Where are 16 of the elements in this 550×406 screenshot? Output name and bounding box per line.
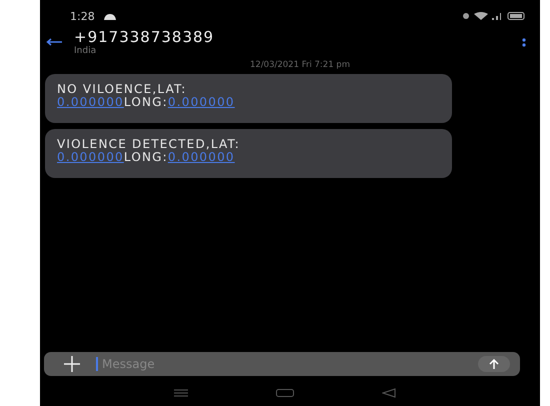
status-time: 1:28 bbox=[70, 10, 95, 22]
back-icon[interactable] bbox=[382, 388, 396, 398]
menu-icon[interactable] bbox=[174, 389, 188, 397]
back-arrow-icon[interactable] bbox=[46, 38, 62, 46]
message-text: NO VILOENCE,LAT: 0.000000 LONG:0.000000 bbox=[57, 83, 236, 109]
message-date: 12/03/2021 Fri 7:21 pm bbox=[249, 60, 351, 70]
arrow-up-icon bbox=[489, 359, 499, 369]
send-button[interactable] bbox=[478, 356, 510, 372]
plus-icon[interactable] bbox=[64, 356, 80, 372]
more-icon[interactable] bbox=[522, 38, 526, 46]
cloud-icon bbox=[102, 12, 117, 20]
status-icons-drawing bbox=[462, 11, 526, 21]
message-text: VIOLENCE DETECTED,LAT: 0.000000 LONG:0.000000 bbox=[57, 138, 241, 164]
home-icon[interactable] bbox=[276, 389, 294, 397]
contact-number: +917338738389 bbox=[74, 28, 216, 46]
contact-country: India bbox=[74, 46, 98, 56]
